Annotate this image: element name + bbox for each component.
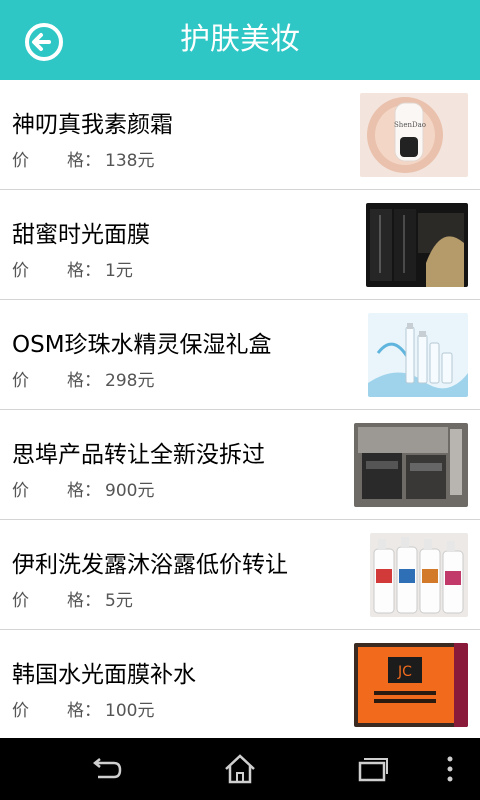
boxed-products-image <box>354 423 468 507</box>
nav-home-icon <box>225 754 255 784</box>
price-value: 138元 <box>105 151 155 171</box>
item-title: 神叨真我素颜霜 <box>12 112 173 138</box>
nav-back-button[interactable] <box>88 751 124 787</box>
price-label: 价 <box>12 591 29 611</box>
nav-recents-button[interactable] <box>355 751 391 787</box>
page-title: 护肤美妆 <box>180 22 300 57</box>
app-header: 护肤美妆 <box>0 0 480 80</box>
product-thumbnail <box>370 533 468 617</box>
price-label-2: 格： <box>67 591 101 611</box>
price-label: 价 <box>12 261 29 281</box>
price-value: 5元 <box>105 591 133 611</box>
price-label: 价 <box>12 371 29 391</box>
product-thumbnail: JC <box>354 643 468 727</box>
list-item[interactable]: 思埠产品转让全新没拆过 价 格： 900元 <box>0 410 480 520</box>
nav-home-button[interactable] <box>222 751 258 787</box>
orange-mask-pack-image: JC <box>354 643 468 727</box>
product-list: 神叨真我素颜霜 价格： 138元 ShenDao 甜蜜时光面膜 价格： 1元 O… <box>0 80 480 738</box>
system-nav-bar <box>0 738 480 800</box>
svg-text:JC: JC <box>397 664 412 680</box>
price-label: 价 <box>12 701 29 721</box>
price-label-2: 格： <box>67 481 101 501</box>
price-label: 价 <box>12 151 29 171</box>
product-thumbnail: ShenDao <box>360 93 468 177</box>
price-row: 价 格： 900元 <box>12 476 154 501</box>
list-item[interactable]: OSM珍珠水精灵保湿礼盒 价 格： 298元 <box>0 300 480 410</box>
product-thumbnail <box>368 313 468 397</box>
price-row: 价 格： 5元 <box>12 586 133 611</box>
water-bottles-image <box>368 313 468 397</box>
price-label-2: 格： <box>67 261 101 281</box>
price-label-2: 格： <box>67 701 101 721</box>
price-value: 298元 <box>105 371 155 391</box>
price-row: 价 格： 100元 <box>12 696 154 721</box>
face-mask-box-image <box>366 203 468 287</box>
price-value: 100元 <box>105 701 155 721</box>
price-value: 900元 <box>105 481 155 501</box>
list-item[interactable]: 甜蜜时光面膜 价 格： 1元 <box>0 190 480 300</box>
price-label-2: 格： <box>67 151 101 171</box>
nav-back-icon <box>92 758 122 779</box>
price-value: 1元 <box>105 261 133 281</box>
item-title: 韩国水光面膜补水 <box>12 662 196 688</box>
price-label: 价 <box>12 481 29 501</box>
price-label-2: 格： <box>67 371 101 391</box>
product-thumbnail <box>354 423 468 507</box>
list-item[interactable]: 神叨真我素颜霜 价 格： 138元 ShenDao <box>0 80 480 190</box>
list-item[interactable]: 伊利洗发露沐浴露低价转让 价 格： 5元 <box>0 520 480 630</box>
nav-recents-icon <box>358 758 388 782</box>
cream-product-image: ShenDao <box>360 93 468 177</box>
price-row: 价 格： 298元 <box>12 366 154 391</box>
nav-menu-button[interactable] <box>440 751 460 787</box>
nav-menu-icon <box>447 756 453 782</box>
product-thumbnail <box>366 203 468 287</box>
item-title: 思埠产品转让全新没拆过 <box>12 442 265 468</box>
shampoo-bottles-image <box>370 533 468 617</box>
item-title: 伊利洗发露沐浴露低价转让 <box>12 552 288 578</box>
svg-text:ShenDao: ShenDao <box>394 121 426 129</box>
item-title: 甜蜜时光面膜 <box>12 222 150 248</box>
price-row: 价 格： 138元 <box>12 146 154 171</box>
list-item[interactable]: 韩国水光面膜补水 价 格： 100元 JC <box>0 630 480 738</box>
price-row: 价 格： 1元 <box>12 256 133 281</box>
item-title: OSM珍珠水精灵保湿礼盒 <box>12 332 272 358</box>
